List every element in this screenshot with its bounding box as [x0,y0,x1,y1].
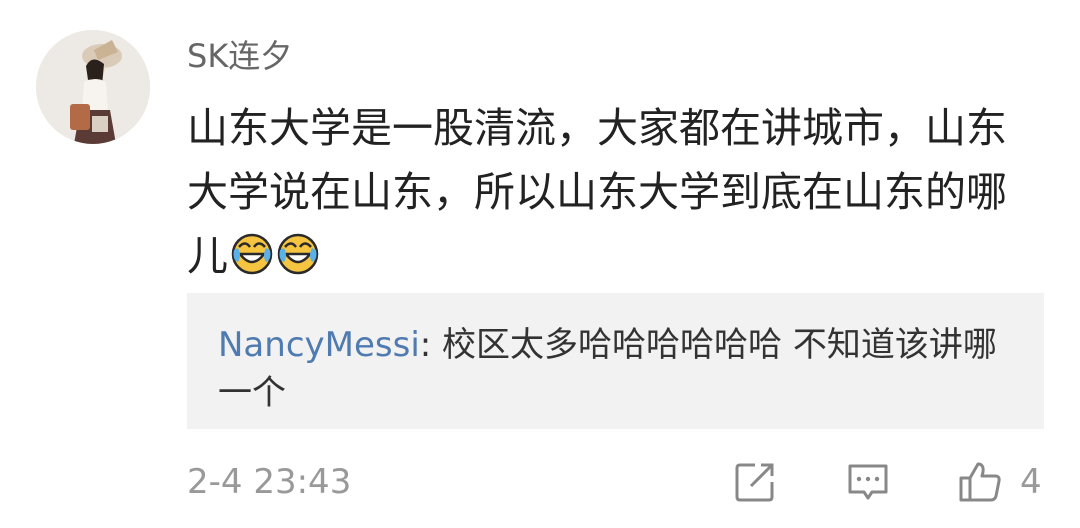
laughing-crying-icon [231,233,273,275]
laughing-crying-icon [277,233,319,275]
comment-username[interactable]: SK连夕 [187,34,292,78]
reply-content: NancyMessi: 校区太多哈哈哈哈哈哈 不知道该讲哪一个 [218,321,1018,417]
timestamp: 2-4 23:43 [187,462,352,502]
like-icon[interactable] [958,460,1002,504]
reply-username[interactable]: NancyMessi [218,325,420,365]
comment-body: 山东大学是一股清流，大家都在讲城市，山东大学说在山东，所以山东大学到底在山东的哪… [187,96,1047,288]
reply-icon[interactable] [846,460,890,504]
reply-box[interactable]: NancyMessi: 校区太多哈哈哈哈哈哈 不知道该讲哪一个 [187,293,1044,429]
share-icon[interactable] [733,460,777,504]
reply-separator: : [419,325,443,365]
like-count: 4 [1020,462,1042,502]
avatar[interactable] [36,30,150,144]
